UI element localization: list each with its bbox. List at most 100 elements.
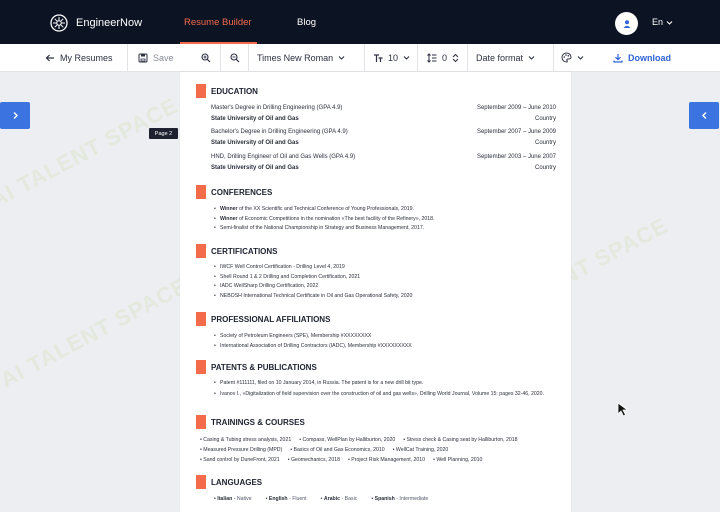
section-marker bbox=[196, 360, 206, 374]
language-level: - Native bbox=[232, 496, 252, 502]
language-item[interactable]: Italian - Native bbox=[214, 496, 252, 502]
education-school: State University of Oil and Gas bbox=[211, 140, 299, 146]
date-format-select[interactable]: Date format bbox=[476, 44, 535, 71]
list-item[interactable]: NEBOSH International Technical Certifica… bbox=[214, 292, 554, 302]
language-name: Arabic bbox=[323, 496, 341, 502]
education-dates: September 2009 – June 2010 bbox=[476, 105, 556, 111]
education-country: Country bbox=[534, 165, 556, 171]
save-button[interactable]: Save bbox=[138, 44, 174, 71]
list-item[interactable]: Winner of Economic Competitions in the n… bbox=[214, 215, 554, 225]
chevron-right-icon bbox=[13, 112, 18, 119]
left-panel-toggle[interactable] bbox=[0, 102, 30, 129]
chevron-left-icon bbox=[701, 112, 706, 119]
theme-color-select[interactable] bbox=[561, 44, 584, 71]
list-item[interactable]: Stress check & Casing seat by Halliburto… bbox=[403, 437, 518, 443]
right-panel-toggle[interactable] bbox=[689, 102, 719, 129]
trainings-row: Measured Pressure Drilling (MPD) Basics … bbox=[200, 447, 448, 453]
education-entry[interactable]: HND, Drilling Engineer of Oil and Gas We… bbox=[211, 154, 556, 176]
page-number-badge: Page 2 bbox=[149, 128, 178, 139]
list-item[interactable]: IADC WellSharp Drilling Certification, 2… bbox=[214, 282, 554, 292]
nav-blog[interactable]: Blog bbox=[297, 17, 316, 28]
list-item[interactable]: IWCF Well Control Certification - Drilli… bbox=[214, 263, 554, 273]
list-item[interactable]: Shell Round 1 & 2 Drilling and Completio… bbox=[214, 273, 554, 283]
education-degree: Bachelor's Degree in Drilling Engineerin… bbox=[211, 129, 348, 135]
list-item[interactable]: Well Planning, 2010 bbox=[433, 457, 482, 463]
section-trainings[interactable]: TRAININGS & COURSES bbox=[196, 415, 305, 429]
back-label: My Resumes bbox=[60, 52, 113, 63]
list-item[interactable]: Society of Petroleum Engineers (SPE), Me… bbox=[214, 332, 554, 342]
chevron-down-icon bbox=[666, 20, 673, 25]
item-text: of the XX Scientific and Technical Confe… bbox=[237, 206, 414, 212]
section-title: PROFESSIONAL AFFILIATIONS bbox=[211, 314, 331, 324]
chevron-down-icon bbox=[577, 56, 584, 60]
list-item[interactable]: International Association of Drilling Co… bbox=[214, 342, 554, 352]
patents-list: Patent #111111, filed on 10 January 2014… bbox=[214, 379, 554, 407]
section-education[interactable]: EDUCATION bbox=[196, 84, 258, 98]
conferences-list: Winner of the XX Scientific and Technica… bbox=[214, 205, 554, 234]
section-marker bbox=[196, 312, 206, 326]
line-spacing-stepper[interactable]: 0 bbox=[427, 44, 459, 71]
mouse-cursor-icon bbox=[617, 402, 629, 417]
education-entry[interactable]: Bachelor's Degree in Drilling Engineerin… bbox=[211, 129, 556, 151]
education-dates: September 2003 – June 2007 bbox=[476, 154, 556, 160]
zoom-in-button[interactable] bbox=[201, 44, 211, 71]
back-to-resumes-button[interactable]: My Resumes bbox=[45, 44, 113, 71]
zoom-in-icon bbox=[201, 52, 211, 62]
font-family-select[interactable]: Times New Roman bbox=[257, 44, 345, 71]
trainings-row: Sand control by DuneFront, 2021 Geomecha… bbox=[200, 457, 482, 463]
language-selector[interactable]: En bbox=[652, 17, 673, 27]
line-spacing-icon bbox=[427, 52, 437, 63]
font-size-icon bbox=[374, 53, 383, 62]
font-size-select[interactable]: 10 bbox=[373, 44, 410, 71]
trainings-row: Casing & Tubing stress analysis, 2021 Co… bbox=[200, 437, 518, 443]
list-item[interactable]: Ivanov I., «Digitalization of field supe… bbox=[214, 389, 554, 407]
download-icon bbox=[613, 53, 623, 63]
list-item[interactable]: Measured Pressure Drilling (MPD) bbox=[200, 447, 282, 453]
brand[interactable]: EngineerNow bbox=[50, 14, 142, 32]
section-conferences[interactable]: CONFERENCES bbox=[196, 185, 272, 199]
section-marker bbox=[196, 475, 206, 489]
education-entry[interactable]: Master's Degree in Drilling Engineering … bbox=[211, 105, 556, 127]
zoom-out-button[interactable] bbox=[230, 44, 240, 71]
date-format-value: Date format bbox=[476, 52, 524, 63]
section-title: CERTIFICATIONS bbox=[211, 246, 278, 256]
section-languages[interactable]: LANGUAGES bbox=[196, 475, 262, 489]
list-item[interactable]: Patent #111111, filed on 10 January 2014… bbox=[214, 379, 554, 389]
list-item[interactable]: Semi-finalist of the National Championsh… bbox=[214, 224, 554, 234]
list-item[interactable]: Winner of the XX Scientific and Technica… bbox=[214, 205, 554, 215]
list-item[interactable]: Sand control by DuneFront, 2021 bbox=[200, 457, 279, 463]
zoom-out-icon bbox=[230, 52, 240, 62]
section-marker bbox=[196, 244, 206, 258]
section-patents[interactable]: PATENTS & PUBLICATIONS bbox=[196, 360, 317, 374]
language-item[interactable]: Arabic - Basic bbox=[321, 496, 357, 502]
download-button[interactable]: Download bbox=[613, 44, 671, 71]
education-country: Country bbox=[534, 140, 556, 146]
language-level: - Fluent bbox=[287, 496, 307, 502]
brand-name: EngineerNow bbox=[76, 17, 143, 29]
list-item[interactable]: Geomechanics, 2018 bbox=[288, 457, 340, 463]
list-item[interactable]: WellCat Training, 2020 bbox=[393, 447, 448, 453]
education-school: State University of Oil and Gas bbox=[211, 116, 299, 122]
resume-page[interactable]: EDUCATION Master's Degree in Drilling En… bbox=[180, 72, 571, 512]
palette-icon bbox=[561, 52, 572, 63]
user-avatar[interactable] bbox=[615, 12, 638, 35]
section-certifications[interactable]: CERTIFICATIONS bbox=[196, 244, 278, 258]
list-item[interactable]: Compass, WellPlan by Halliburton, 2020 bbox=[299, 437, 395, 443]
language-name: Spanish bbox=[374, 496, 395, 502]
item-highlight: Winner bbox=[220, 206, 238, 212]
list-item[interactable]: Basics of Oil and Gas Economics, 2010 bbox=[290, 447, 385, 453]
list-item[interactable]: Casing & Tubing stress analysis, 2021 bbox=[200, 437, 291, 443]
section-title: PATENTS & PUBLICATIONS bbox=[211, 362, 317, 372]
list-item[interactable]: Project Risk Management, 2010 bbox=[348, 457, 425, 463]
language-level: - Intermediate bbox=[394, 496, 429, 502]
language-item[interactable]: Spanish - Intermediate bbox=[371, 496, 429, 502]
languages-list: Italian - Native English - Fluent Arabic… bbox=[214, 496, 428, 502]
user-icon bbox=[623, 19, 630, 28]
section-affiliations[interactable]: PROFESSIONAL AFFILIATIONS bbox=[196, 312, 330, 326]
download-label: Download bbox=[628, 52, 671, 63]
language-item[interactable]: English - Fluent bbox=[266, 496, 307, 502]
education-school: State University of Oil and Gas bbox=[211, 165, 299, 171]
section-title: EDUCATION bbox=[211, 86, 258, 96]
item-text: of Economic Competitions in the nominati… bbox=[237, 215, 435, 222]
nav-resume-builder[interactable]: Resume Builder bbox=[184, 17, 252, 28]
